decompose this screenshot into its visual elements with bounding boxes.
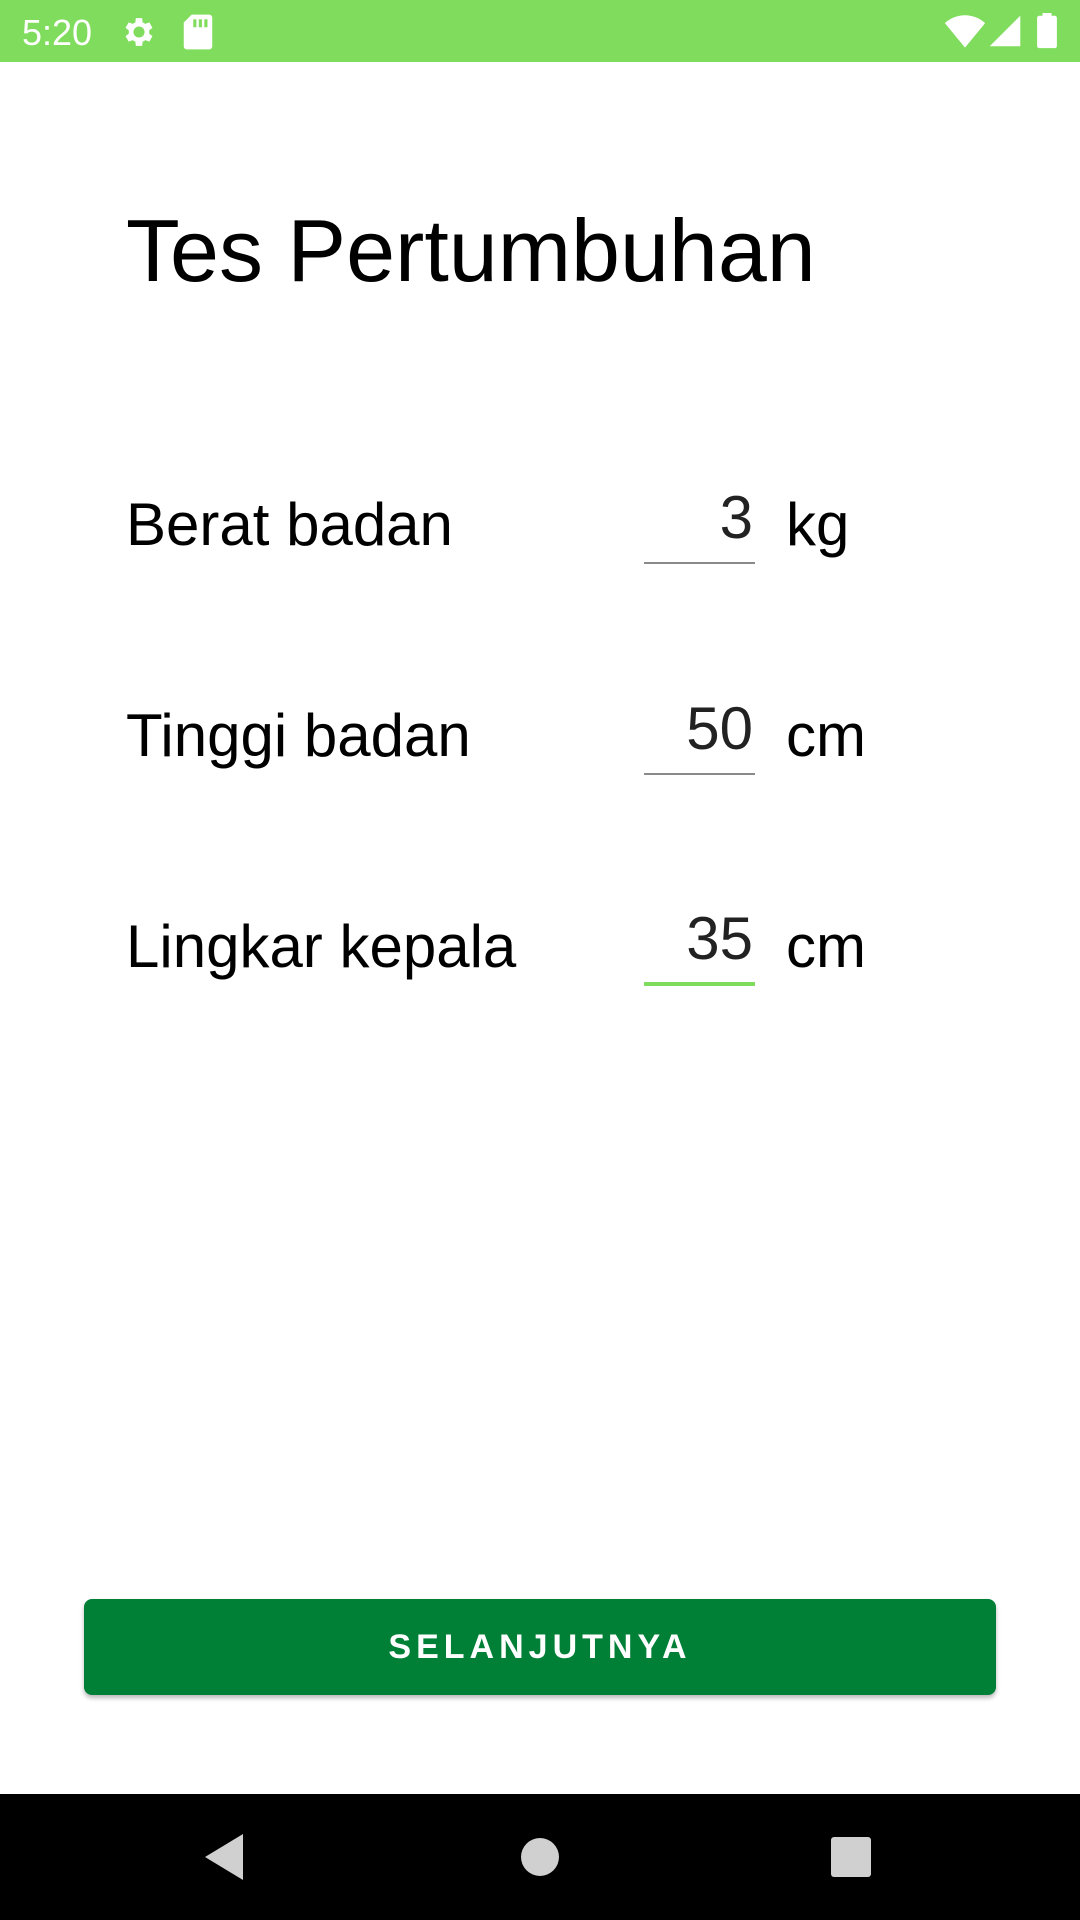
back-button[interactable] <box>163 1794 289 1920</box>
weight-label: Berat badan <box>126 491 453 558</box>
navigation-bar <box>0 1794 1080 1920</box>
height-unit: cm <box>786 702 866 769</box>
recents-button[interactable] <box>788 1794 914 1920</box>
height-label: Tinggi badan <box>126 702 471 769</box>
page-title: Tes Pertumbuhan <box>126 201 816 300</box>
cell-signal-icon <box>988 13 1022 54</box>
battery-icon <box>1036 13 1058 54</box>
weight-unit: kg <box>786 491 850 558</box>
gear-icon <box>120 13 158 56</box>
sd-card-icon <box>182 13 214 56</box>
head-circumference-unit: cm <box>786 913 866 980</box>
back-icon <box>205 1834 243 1880</box>
recents-icon <box>831 1837 871 1877</box>
head-circumference-label: Lingkar kepala <box>126 913 517 980</box>
next-button[interactable]: SELANJUTNYA <box>84 1599 996 1695</box>
wifi-icon <box>944 13 986 54</box>
status-bar: 5:20 <box>0 0 1080 62</box>
home-icon <box>521 1838 559 1876</box>
head-circumference-input[interactable] <box>644 900 755 986</box>
height-input[interactable] <box>644 689 755 775</box>
weight-input[interactable] <box>644 478 755 564</box>
head-circumference-row: Lingkar kepala cm <box>0 888 1080 998</box>
status-time: 5:20 <box>22 12 93 53</box>
home-button[interactable] <box>477 1794 603 1920</box>
height-row: Tinggi badan cm <box>0 677 1080 787</box>
weight-row: Berat badan kg <box>0 466 1080 576</box>
